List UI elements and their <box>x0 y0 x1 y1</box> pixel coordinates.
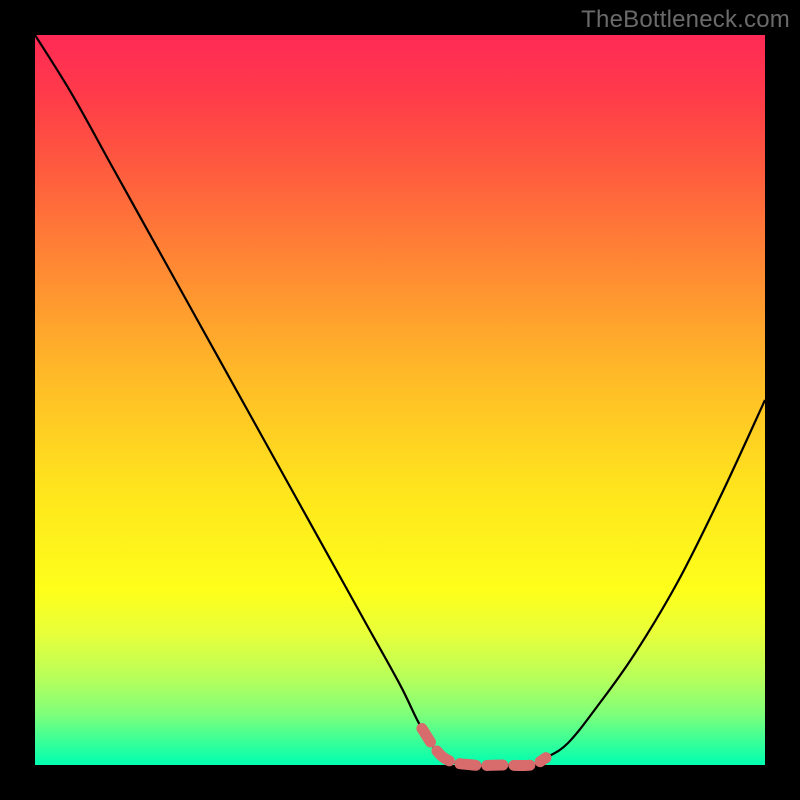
bottleneck-curve-path <box>35 35 765 766</box>
plot-area <box>35 35 765 765</box>
watermark-label: TheBottleneck.com <box>581 6 790 34</box>
highlight-segment-path <box>422 729 546 766</box>
curve-svg <box>35 35 765 765</box>
chart-frame: TheBottleneck.com <box>0 0 800 800</box>
